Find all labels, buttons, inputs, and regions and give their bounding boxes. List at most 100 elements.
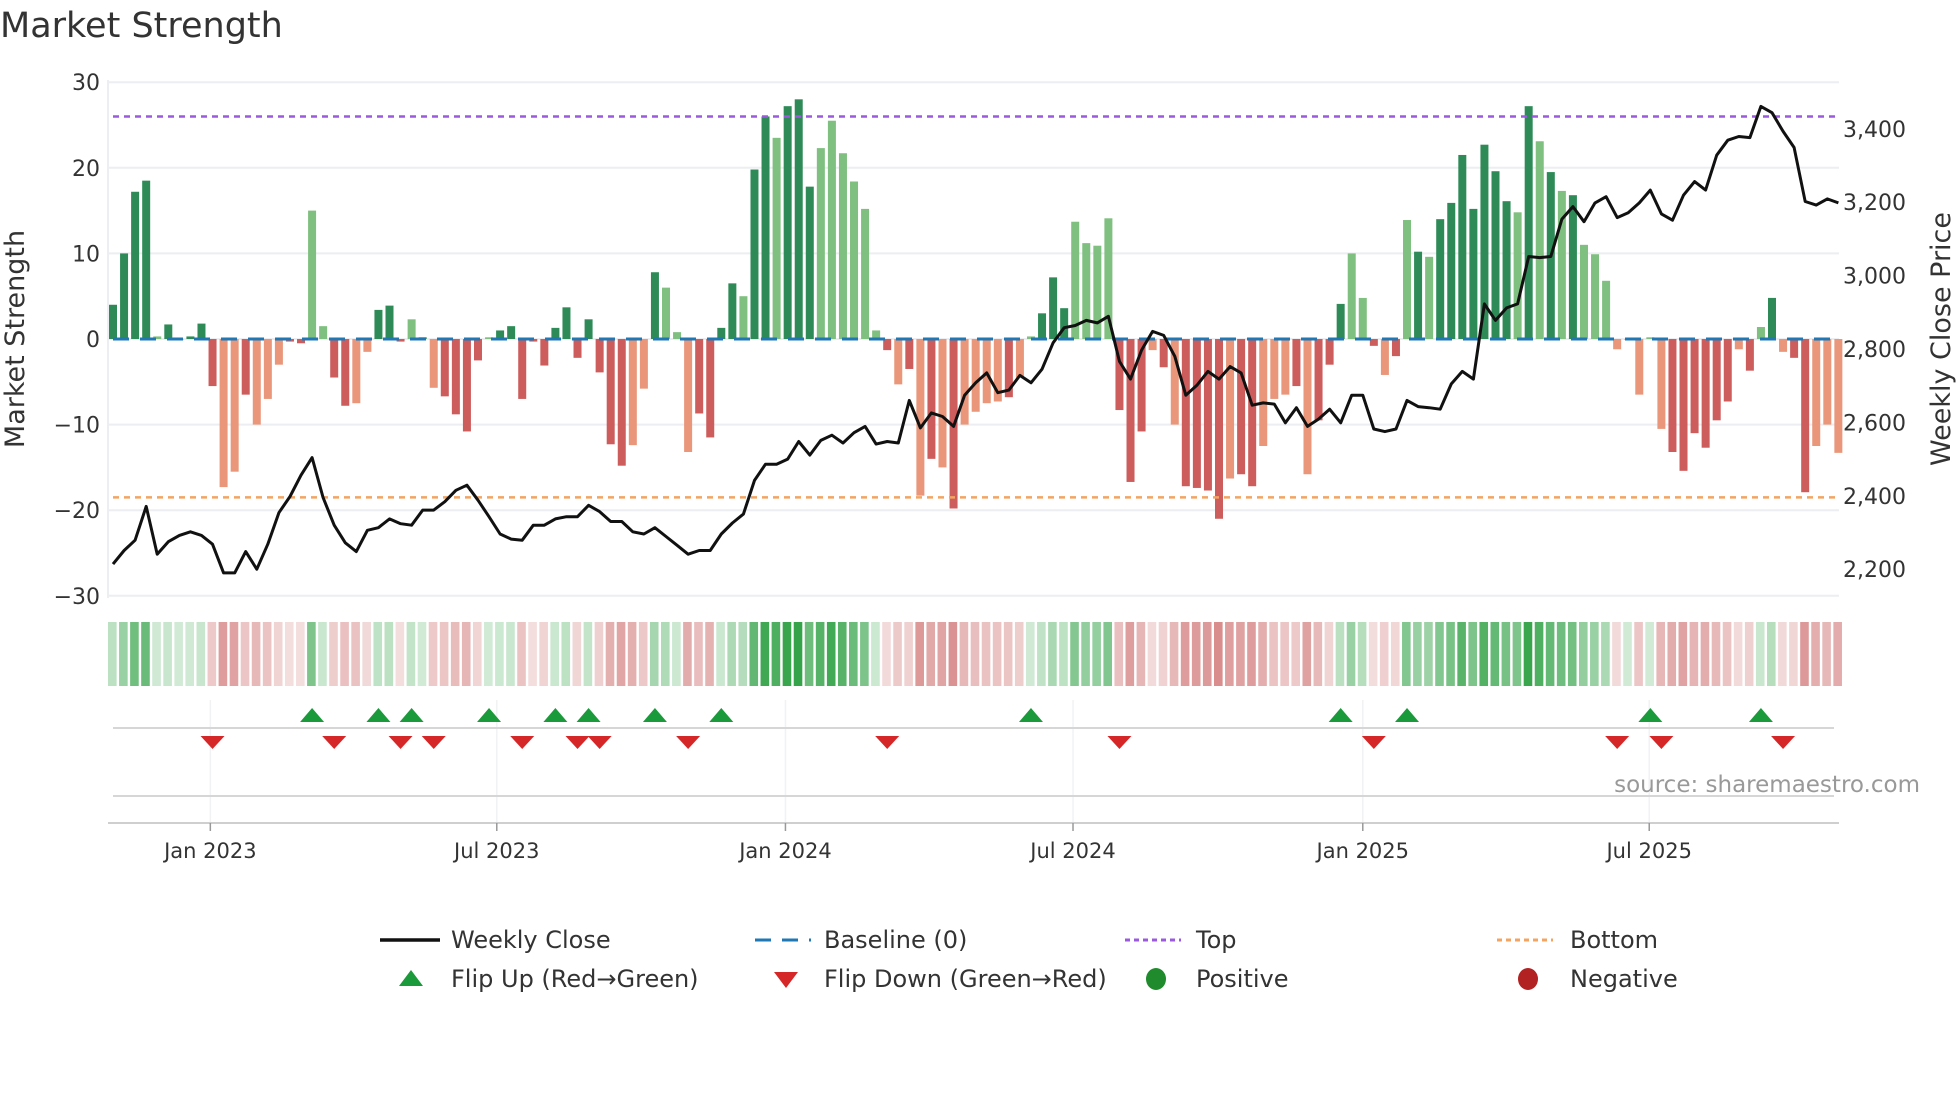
strength-bar	[1259, 339, 1268, 446]
flip-up-marker	[1018, 708, 1043, 722]
strength-strip-cell	[1003, 622, 1013, 686]
strength-bar	[695, 339, 704, 414]
strength-strip-cell	[1590, 622, 1599, 686]
flip-down-marker	[388, 736, 413, 749]
strength-bar	[673, 332, 682, 339]
strength-bar	[1270, 339, 1279, 399]
strength-bar	[905, 339, 914, 369]
strength-strip-cell	[1225, 622, 1234, 686]
legend-triangle-down-icon	[774, 972, 798, 988]
flip-up-marker	[366, 708, 391, 722]
legend-item-top: Top	[1125, 926, 1237, 954]
strength-bar	[473, 339, 482, 361]
strength-bar	[1568, 195, 1577, 339]
strength-bar	[1779, 339, 1788, 352]
strength-bar	[1060, 308, 1069, 339]
y2-tick-label: 3,000	[1843, 265, 1906, 290]
strength-strip-cell	[1324, 622, 1334, 686]
strength-strip-cell	[1612, 622, 1621, 686]
strength-bar	[1049, 277, 1058, 339]
strength-strip-cell	[1402, 622, 1411, 686]
strength-strip-cell	[1114, 622, 1124, 686]
strength-strip-cell	[683, 622, 692, 686]
y2-tick-label: 3,400	[1843, 118, 1906, 143]
legend-item-weekly-close: Weekly Close	[380, 926, 611, 954]
strength-bar	[440, 339, 449, 397]
strength-strip-cell	[1368, 622, 1378, 686]
strength-strip-cell	[782, 622, 792, 686]
strength-strip-cell	[992, 622, 1002, 686]
strength-bar	[706, 339, 715, 438]
strength-bar	[606, 339, 615, 445]
strength-strip-cell	[1667, 622, 1677, 686]
strength-bar	[1181, 339, 1190, 487]
strength-strip-cell	[174, 622, 183, 686]
strength-strip-cell	[340, 622, 349, 686]
strength-strip-cell	[1744, 622, 1754, 686]
strength-bar	[1414, 251, 1423, 339]
strength-strip-cell	[904, 622, 913, 686]
y-tick-label: 20	[72, 157, 100, 182]
strength-strip-cell	[1601, 622, 1610, 686]
strength-strip-cell	[262, 622, 272, 686]
strength-strip-cell	[1645, 622, 1654, 686]
strength-bar	[1015, 339, 1024, 378]
strength-strip-cell	[1822, 622, 1831, 686]
y2-axis-title: Weekly Close Price	[1926, 212, 1957, 466]
strength-strip-cell	[1413, 622, 1422, 686]
legend-item-negative: Negative	[1518, 965, 1678, 993]
strength-strip-cell	[1755, 622, 1765, 686]
strength-bar	[374, 309, 383, 339]
strength-strip-cell	[495, 622, 504, 686]
strength-strip-cell	[561, 622, 571, 686]
strength-strip-cell	[1269, 622, 1278, 686]
strength-bar	[308, 210, 317, 339]
strength-strip-cell	[1534, 622, 1544, 686]
strength-bar	[805, 186, 814, 339]
flip-up-marker	[543, 708, 568, 722]
strength-bar	[462, 339, 471, 432]
flip-up-marker	[1395, 708, 1420, 722]
strength-strip-cell	[1335, 622, 1345, 686]
legend-label: Positive	[1196, 965, 1289, 993]
y2-tick-label: 2,600	[1843, 411, 1906, 436]
flip-down-marker	[1361, 736, 1386, 749]
strength-bar	[1712, 339, 1721, 421]
strength-strip-cell	[528, 622, 537, 686]
y2-tick-label: 3,200	[1843, 191, 1906, 216]
legend-label: Bottom	[1570, 926, 1658, 954]
flip-up-marker	[642, 708, 667, 722]
strength-bar	[1701, 339, 1710, 448]
strength-strip-cell	[1346, 622, 1356, 686]
strength-bar	[772, 137, 781, 339]
strength-strip-cell	[517, 622, 526, 686]
strength-strip-cell	[307, 622, 316, 686]
strength-bar	[1591, 254, 1600, 339]
strength-strip-cell	[1778, 622, 1787, 686]
y2-tick-label: 2,200	[1843, 558, 1906, 583]
strength-strip-cell	[1125, 622, 1135, 686]
strength-bar	[1071, 221, 1080, 339]
strength-bar	[120, 253, 129, 339]
strength-bar	[230, 339, 239, 472]
flip-down-marker	[200, 736, 225, 749]
strength-strip-cell	[484, 622, 493, 686]
strength-bar	[197, 323, 206, 339]
strength-bar	[573, 339, 582, 358]
strength-strip-cell	[882, 622, 891, 686]
strength-bar	[1436, 219, 1445, 339]
strength-strip-cell	[1313, 622, 1323, 686]
strength-strip-cell	[1446, 622, 1455, 686]
flip-up-marker	[300, 708, 325, 722]
strength-strip-cell	[329, 622, 338, 686]
flip-down-marker	[1771, 736, 1796, 749]
strength-bar	[1679, 339, 1688, 471]
strength-bar	[1823, 339, 1832, 425]
strength-strip-cell	[915, 622, 924, 686]
strength-strip-cell	[450, 622, 460, 686]
strength-strip-cell	[1048, 622, 1057, 686]
strength-bar	[319, 326, 328, 339]
strength-strip-cell	[1457, 622, 1466, 686]
strength-strip-cell	[108, 622, 117, 686]
strength-bar	[1613, 339, 1622, 350]
